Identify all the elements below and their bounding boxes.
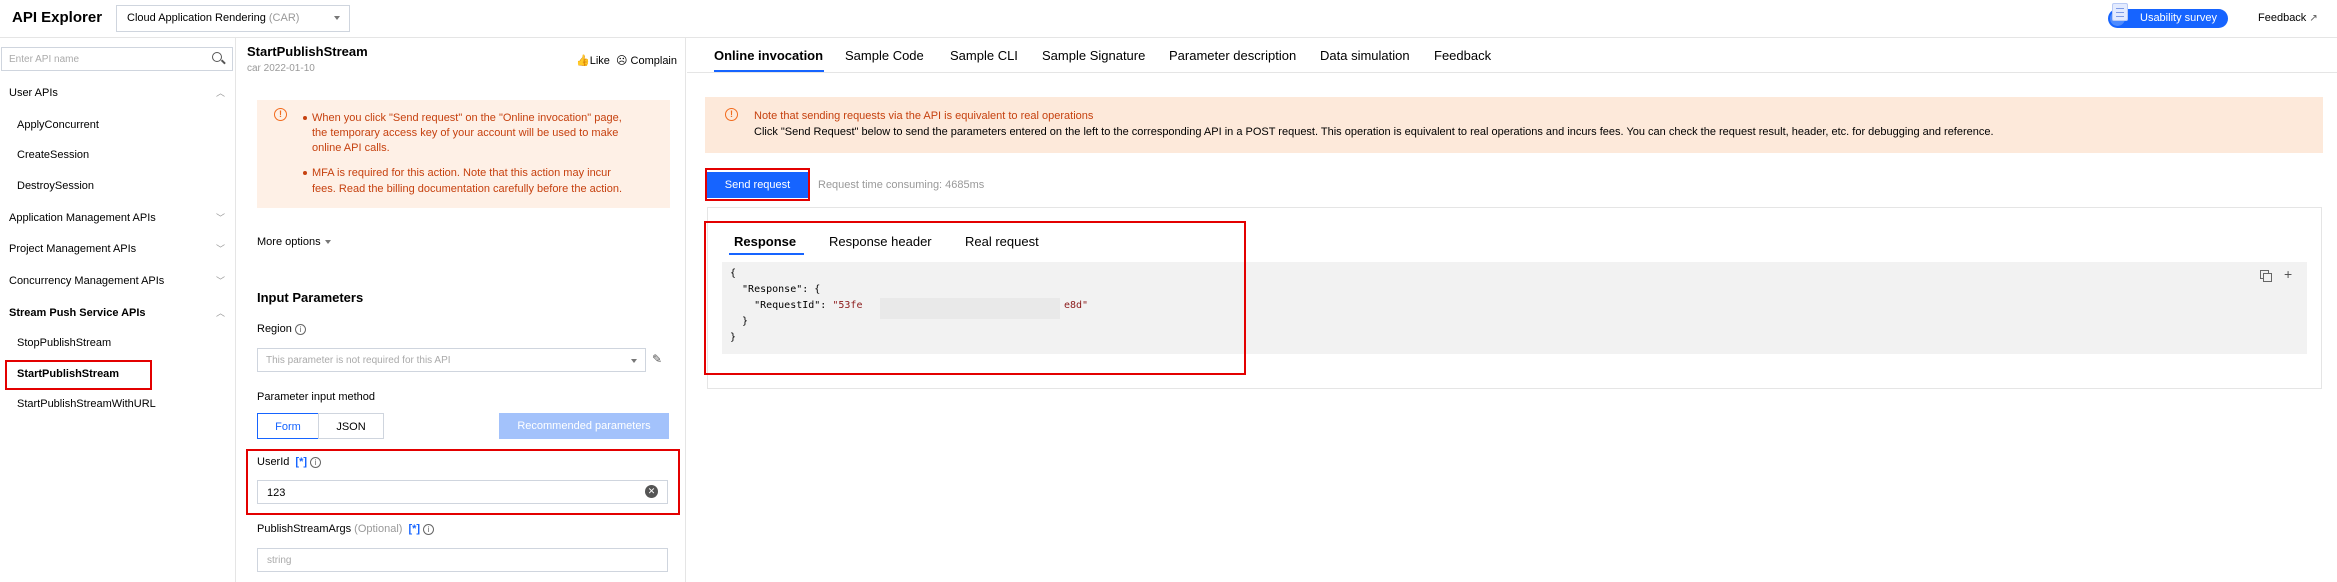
tab-sample-signature[interactable]: Sample Signature [1042, 48, 1145, 63]
warning-title: Note that sending requests via the API i… [754, 110, 1094, 122]
sidebar-item-destroysession[interactable]: DestroySession [17, 180, 94, 192]
recommended-parameters-button[interactable]: Recommended parameters [499, 413, 669, 439]
product-select-label: Cloud Application Rendering [127, 12, 266, 24]
send-highlight-box [705, 168, 810, 201]
warning-icon: ! [725, 108, 738, 121]
publish-stream-args-input[interactable]: string [257, 548, 668, 572]
bullet-icon [303, 171, 307, 175]
chevron-down-icon[interactable]: ﹀ [216, 274, 225, 287]
chevron-up-icon[interactable]: ︿ [216, 306, 225, 319]
more-options-label: More options [257, 236, 321, 248]
app-title: API Explorer [12, 9, 103, 26]
region-label: Region [257, 323, 292, 335]
info-icon[interactable]: i [294, 323, 306, 335]
sidebar-group-stream-push[interactable]: Stream Push Service APIs [9, 307, 146, 319]
userid-highlight-box [246, 449, 680, 515]
tab-parameter-description[interactable]: Parameter description [1169, 48, 1296, 63]
chevron-down-icon [334, 16, 340, 20]
region-placeholder: This parameter is not required for this … [266, 355, 451, 366]
search-icon[interactable] [212, 52, 222, 62]
response-highlight-box [704, 221, 1246, 375]
info-icon[interactable]: i [423, 523, 435, 535]
publish-stream-args-label-row: PublishStreamArgs (Optional) [*] i [257, 523, 435, 535]
tab-feedback[interactable]: Feedback [1434, 48, 1491, 63]
struct-tag: [*] [408, 523, 421, 535]
external-link-icon: ↗ [2309, 13, 2318, 24]
like-label: Like [589, 55, 610, 67]
complain-button[interactable]: ☹ Complain [616, 54, 677, 67]
input-parameters-title: Input Parameters [257, 290, 364, 305]
sidebar-group-application-management[interactable]: Application Management APIs [9, 212, 156, 224]
sidebar-item-startpublishstreamwithurl[interactable]: StartPublishStreamWithURL [17, 398, 156, 410]
feedback-link[interactable]: Feedback ↗ [2258, 12, 2318, 24]
notice-text: online API calls. [312, 142, 390, 154]
product-select[interactable]: Cloud Application Rendering (CAR) [116, 5, 350, 32]
tabs-divider [687, 72, 2337, 73]
warning-banner [705, 97, 2323, 153]
optional-tag: (Optional) [354, 523, 403, 535]
sidebar-item-applyconcurrent[interactable]: ApplyConcurrent [17, 119, 99, 131]
json-mode-button[interactable]: JSON [318, 413, 384, 439]
chevron-down-icon [631, 359, 637, 363]
sidebar-group-user-apis[interactable]: User APIs [9, 87, 58, 99]
survey-document-icon [2112, 3, 2128, 21]
sidebar-group-project-management[interactable]: Project Management APIs [9, 243, 136, 255]
request-time: Request time consuming: 4685ms [818, 179, 985, 191]
notice-text: MFA is required for this action. Note th… [312, 167, 611, 179]
feedback-label: Feedback [2258, 12, 2307, 24]
bullet-icon [303, 116, 307, 120]
notice-text: fees. Read the billing documentation car… [312, 183, 623, 195]
region-label-row: Region i [257, 323, 306, 335]
edit-pencil-icon[interactable]: ✎ [652, 352, 663, 366]
input-method-label: Parameter input method [257, 391, 376, 403]
api-version: car 2022-01-10 [247, 63, 315, 74]
like-button[interactable]: 👍Like [576, 54, 610, 67]
tab-online-invocation[interactable]: Online invocation [714, 48, 823, 63]
active-tab-indicator [714, 70, 824, 72]
tab-sample-code[interactable]: Sample Code [845, 48, 924, 63]
sidebar-item-stoppublishstream[interactable]: StopPublishStream [17, 337, 111, 349]
thumbs-up-icon: 👍 [576, 55, 590, 67]
complain-label: Complain [630, 55, 677, 67]
warning-icon: ! [274, 108, 287, 121]
copy-icon[interactable] [2260, 270, 2272, 282]
selection-highlight-box [5, 360, 152, 390]
form-mode-button[interactable]: Form [257, 413, 319, 439]
tab-sample-cli[interactable]: Sample CLI [950, 48, 1018, 63]
more-options-toggle[interactable]: More options [257, 236, 331, 248]
expand-plus-icon[interactable]: + [2284, 266, 2292, 282]
api-name: StartPublishStream [247, 44, 368, 59]
usability-survey-label: Usability survey [2140, 12, 2218, 24]
chevron-down-icon[interactable]: ﹀ [216, 211, 225, 224]
search-input[interactable]: Enter API name [1, 47, 233, 71]
top-bar: API Explorer Cloud Application Rendering… [0, 0, 2337, 38]
publish-stream-args-label: PublishStreamArgs [257, 523, 352, 535]
chevron-down-icon[interactable]: ﹀ [216, 242, 225, 255]
region-select[interactable]: This parameter is not required for this … [257, 348, 646, 372]
notice-text: the temporary access key of your account… [312, 127, 619, 139]
frown-face-icon: ☹ [616, 55, 628, 67]
notice-text: When you click "Send request" on the "On… [312, 112, 622, 124]
product-select-code: (CAR) [268, 12, 300, 24]
chevron-up-icon[interactable]: ︿ [216, 86, 225, 99]
warning-text: Click "Send Request" below to send the p… [754, 126, 1994, 138]
tab-data-simulation[interactable]: Data simulation [1320, 48, 1410, 63]
sidebar-item-createsession[interactable]: CreateSession [17, 149, 89, 161]
chevron-down-icon [324, 240, 331, 245]
sidebar-group-concurrency-management[interactable]: Concurrency Management APIs [9, 275, 164, 287]
